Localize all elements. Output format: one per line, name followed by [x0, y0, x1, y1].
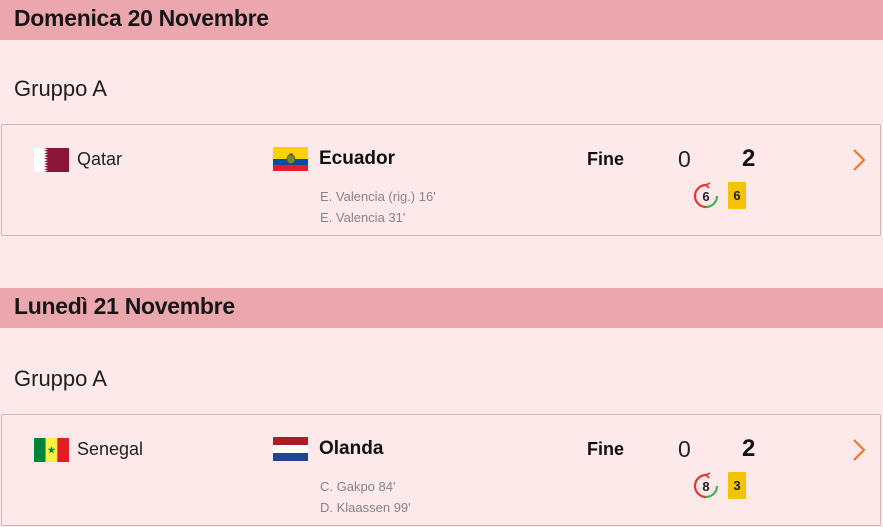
goal-scorers: C. Gakpo 84' D. Klaassen 99' — [320, 476, 411, 518]
match-card[interactable]: Senegal Olanda C. Gakpo 84' D. Klaassen … — [1, 414, 881, 526]
day-date: Domenica 20 Novembre — [14, 5, 269, 31]
match-status: Fine — [587, 439, 625, 459]
var-review-icon: 8 — [692, 472, 720, 500]
chevron-right-icon[interactable] — [850, 437, 868, 463]
away-team-name: Olanda — [319, 438, 384, 459]
home-score: 0 — [678, 436, 691, 462]
group-title: Gruppo A — [14, 366, 107, 391]
netherlands-flag-icon — [273, 437, 308, 461]
chevron-right-icon[interactable] — [850, 147, 868, 173]
yellow-card-icon: 3 — [728, 472, 746, 499]
away-team-name: Ecuador — [319, 148, 396, 169]
home-score: 0 — [678, 146, 691, 172]
senegal-flag-icon — [34, 438, 69, 462]
var-count: 8 — [702, 479, 710, 494]
day-header: Lunedì 21 Novembre — [0, 288, 883, 328]
match-status: Fine — [587, 149, 625, 169]
ecuador-flag-icon — [273, 147, 308, 171]
away-score: 2 — [742, 145, 756, 172]
goal-scorer: D. Klaassen 99' — [320, 500, 411, 515]
yellow-card-count: 6 — [733, 188, 741, 203]
var-count: 6 — [702, 189, 710, 204]
group-title: Gruppo A — [14, 76, 107, 101]
home-team-name: Qatar — [77, 149, 123, 169]
goal-scorer: E. Valencia (rig.) 16' — [320, 189, 436, 204]
qatar-flag-icon — [34, 148, 69, 172]
yellow-card-count: 3 — [733, 478, 741, 493]
var-review-icon: 6 — [692, 182, 720, 210]
away-score: 2 — [742, 435, 756, 462]
goal-scorer: C. Gakpo 84' — [320, 479, 396, 494]
goal-scorer: E. Valencia 31' — [320, 210, 406, 225]
yellow-card-icon: 6 — [728, 182, 746, 209]
home-team-name: Senegal — [77, 439, 144, 459]
match-card[interactable]: Qatar Ecuador E. Valencia (rig.) 16' E. … — [1, 124, 881, 236]
day-header: Domenica 20 Novembre — [0, 0, 883, 40]
goal-scorers: E. Valencia (rig.) 16' E. Valencia 31' — [320, 186, 436, 228]
day-date: Lunedì 21 Novembre — [14, 293, 235, 319]
